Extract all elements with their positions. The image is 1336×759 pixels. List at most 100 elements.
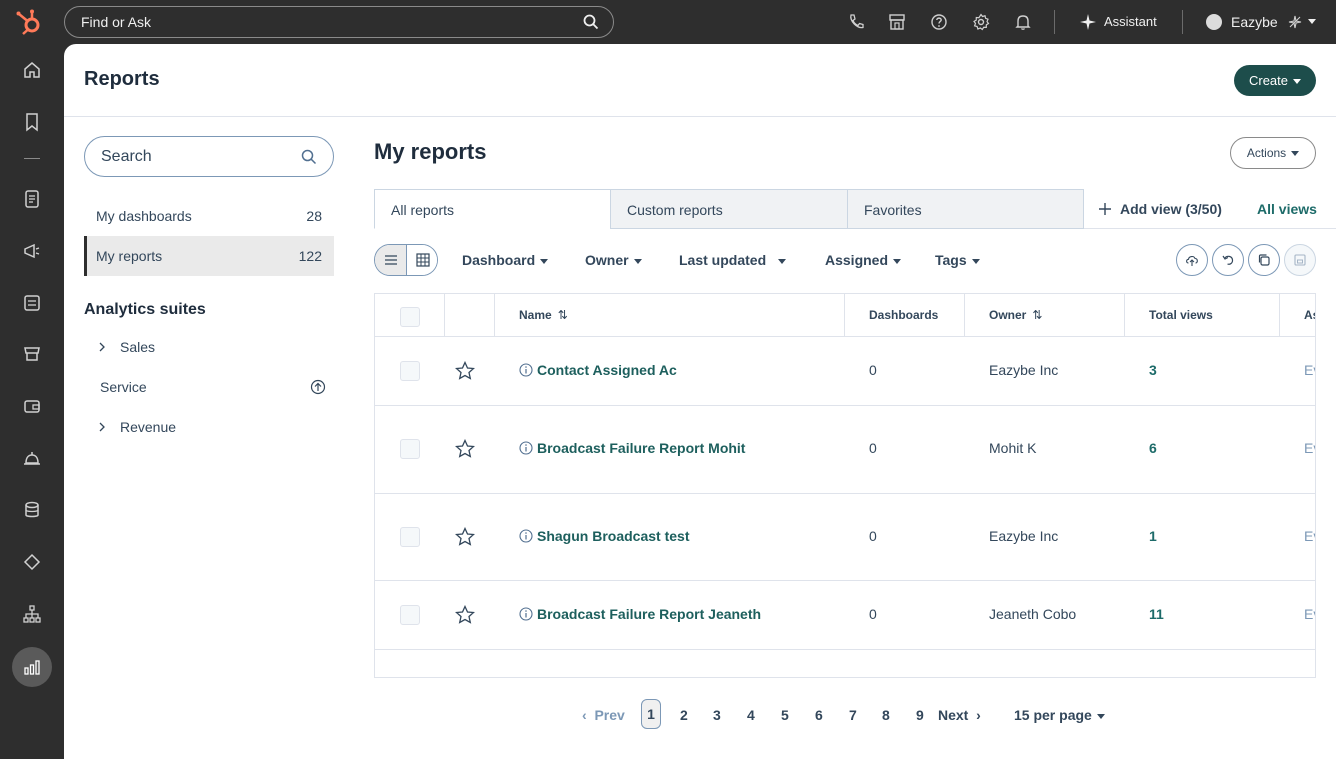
notifications-icon[interactable]: [1014, 13, 1032, 31]
filter-owner[interactable]: Owner: [585, 244, 642, 276]
create-button[interactable]: Create: [1234, 65, 1316, 96]
row-checkbox[interactable]: [400, 527, 420, 547]
main-panel: Reports Create Search My dashboards 28 M…: [64, 44, 1336, 759]
page-button[interactable]: 8: [882, 699, 890, 731]
info-icon[interactable]: [519, 363, 533, 377]
page-button[interactable]: 9: [916, 699, 924, 731]
assigned-cell: Ev: [1304, 606, 1315, 622]
report-name-link[interactable]: Contact Assigned Ac: [537, 362, 677, 378]
report-name-link[interactable]: Broadcast Failure Report Jeaneth: [537, 606, 761, 622]
help-icon[interactable]: [930, 13, 948, 31]
column-header-total-views[interactable]: Total views: [1125, 294, 1280, 337]
dashboards-cell: 0: [869, 362, 877, 378]
column-header-dashboards[interactable]: Dashboards: [845, 294, 965, 337]
analytics-suites-heading: Analytics suites: [84, 301, 206, 318]
content-icon[interactable]: [22, 293, 42, 313]
list-view-button[interactable]: [375, 245, 407, 275]
tab-favorites[interactable]: Favorites: [847, 189, 1084, 229]
next-page-button[interactable]: Next ›: [938, 699, 981, 731]
sidebar-item-my-reports[interactable]: My reports 122: [84, 236, 334, 276]
export-button[interactable]: [1176, 244, 1208, 276]
info-icon[interactable]: [519, 607, 533, 621]
actions-button[interactable]: Actions: [1230, 137, 1316, 169]
payments-icon[interactable]: [22, 396, 42, 416]
data-icon[interactable]: [22, 500, 42, 520]
row-checkbox[interactable]: [400, 361, 420, 381]
bookmark-icon[interactable]: [22, 112, 42, 132]
page-button[interactable]: 4: [747, 699, 755, 731]
page-button[interactable]: 6: [815, 699, 823, 731]
settings-icon[interactable]: [972, 13, 990, 31]
total-views-link[interactable]: 11: [1149, 606, 1164, 622]
all-views-link[interactable]: All views: [1257, 189, 1317, 229]
filter-assigned[interactable]: Assigned: [825, 244, 902, 276]
suite-item-service[interactable]: Service: [84, 375, 334, 399]
global-search-input[interactable]: Find or Ask: [64, 6, 614, 38]
sort-icon: ⇅: [557, 308, 568, 322]
clone-button[interactable]: [1248, 244, 1280, 276]
automation-icon[interactable]: [22, 552, 42, 572]
tab-custom-reports[interactable]: Custom reports: [610, 189, 848, 229]
save-button[interactable]: [1284, 244, 1316, 276]
page-button[interactable]: 3: [713, 699, 721, 731]
chevron-down-icon: [540, 258, 549, 264]
org-icon[interactable]: [22, 604, 42, 624]
page-button[interactable]: 7: [849, 699, 857, 731]
phone-icon[interactable]: [847, 13, 865, 31]
star-icon[interactable]: [455, 361, 475, 381]
column-header-owner[interactable]: Owner ⇅: [965, 294, 1125, 337]
total-views-link[interactable]: 6: [1149, 440, 1157, 456]
commerce-icon[interactable]: [22, 344, 42, 364]
select-all-checkbox[interactable]: [400, 307, 420, 327]
sidebar-item-my-dashboards[interactable]: My dashboards 28: [84, 196, 334, 236]
restore-button[interactable]: [1212, 244, 1244, 276]
sidebar-search-input[interactable]: Search: [84, 136, 334, 177]
info-icon[interactable]: [519, 441, 533, 455]
star-icon[interactable]: [455, 605, 475, 625]
star-icon[interactable]: [455, 439, 475, 459]
total-views-link[interactable]: 3: [1149, 362, 1157, 378]
total-views-link[interactable]: 1: [1149, 528, 1157, 544]
table-row: Broadcast Failure Report Jeaneth 0 Jeane…: [375, 581, 1315, 650]
chevron-down-icon: [778, 258, 787, 264]
topbar-divider: [1054, 10, 1055, 34]
column-header-assigned[interactable]: As: [1280, 294, 1315, 337]
page-button-current[interactable]: 1: [641, 699, 661, 729]
column-header-name[interactable]: Name ⇅: [495, 294, 845, 337]
chevron-down-icon: [1293, 79, 1302, 85]
filter-tags[interactable]: Tags: [935, 244, 980, 276]
report-name-cell: Shagun Broadcast test: [519, 528, 689, 544]
home-icon[interactable]: [22, 60, 42, 80]
reporting-icon[interactable]: [22, 657, 42, 677]
star-icon[interactable]: [455, 527, 475, 547]
filter-label: Assigned: [825, 252, 889, 268]
list-icon: [385, 255, 397, 265]
info-icon[interactable]: [519, 529, 533, 543]
undo-icon: [1222, 255, 1234, 265]
upgrade-icon[interactable]: [310, 379, 326, 395]
contacts-icon[interactable]: [22, 189, 42, 209]
page-button[interactable]: 2: [680, 699, 688, 731]
suite-item-sales[interactable]: Sales: [84, 335, 334, 359]
prev-page-button[interactable]: ‹ Prev: [582, 699, 625, 731]
owner-cell: Eazybe Inc: [989, 362, 1059, 378]
report-name-link[interactable]: Shagun Broadcast test: [537, 528, 689, 544]
row-checkbox[interactable]: [400, 439, 420, 459]
suite-item-label: Revenue: [120, 419, 177, 435]
marketplace-icon[interactable]: [888, 13, 906, 31]
hubspot-logo-icon[interactable]: [14, 8, 44, 36]
filter-last-updated[interactable]: Last updated: [679, 244, 787, 276]
grid-view-button[interactable]: [407, 245, 437, 275]
assistant-label: Assistant: [1104, 14, 1157, 29]
assigned-cell: Ev: [1304, 528, 1315, 544]
service-icon[interactable]: [22, 448, 42, 468]
filter-dashboard[interactable]: Dashboard: [462, 244, 549, 276]
report-name-link[interactable]: Broadcast Failure Report Mohit: [537, 440, 745, 456]
per-page-select[interactable]: 15 per page: [1014, 699, 1105, 731]
row-checkbox[interactable]: [400, 605, 420, 625]
table-row: Broadcast Failure Report Mohit 0 Mohit K…: [375, 406, 1315, 494]
marketing-icon[interactable]: [22, 241, 42, 261]
page-button[interactable]: 5: [781, 699, 789, 731]
tab-all-reports[interactable]: All reports: [374, 189, 611, 229]
suite-item-revenue[interactable]: Revenue: [84, 415, 334, 439]
